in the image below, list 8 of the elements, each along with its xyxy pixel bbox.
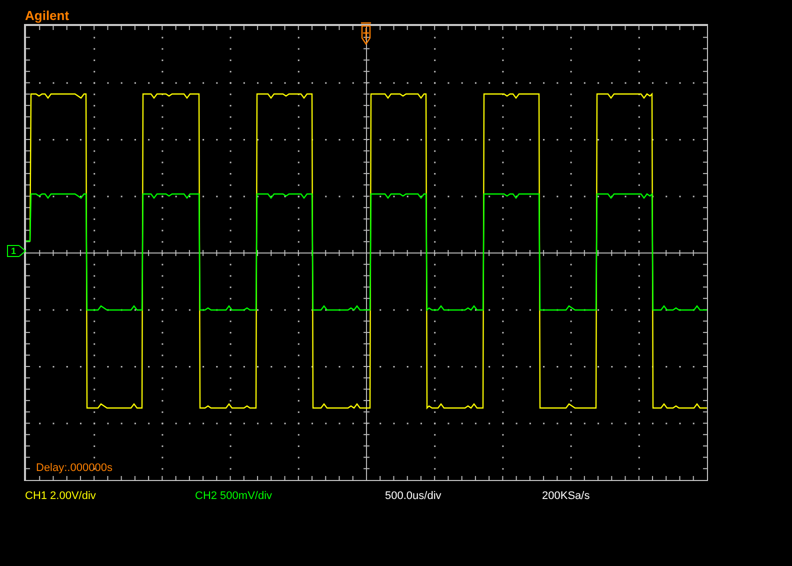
delay-readout: Delay:.000000s xyxy=(36,462,112,474)
trigger-marker-icon xyxy=(360,22,372,46)
scale-readout: 500.0us/div xyxy=(385,490,442,502)
scale-readout: CH2 500mV/div xyxy=(195,490,274,502)
brand-logo: Agilent xyxy=(25,9,70,23)
scale-readout: CH1 2.00V/div xyxy=(25,490,97,502)
scale-readout: 200KSa/s xyxy=(542,490,591,502)
channel-marker: 1 xyxy=(7,245,19,257)
